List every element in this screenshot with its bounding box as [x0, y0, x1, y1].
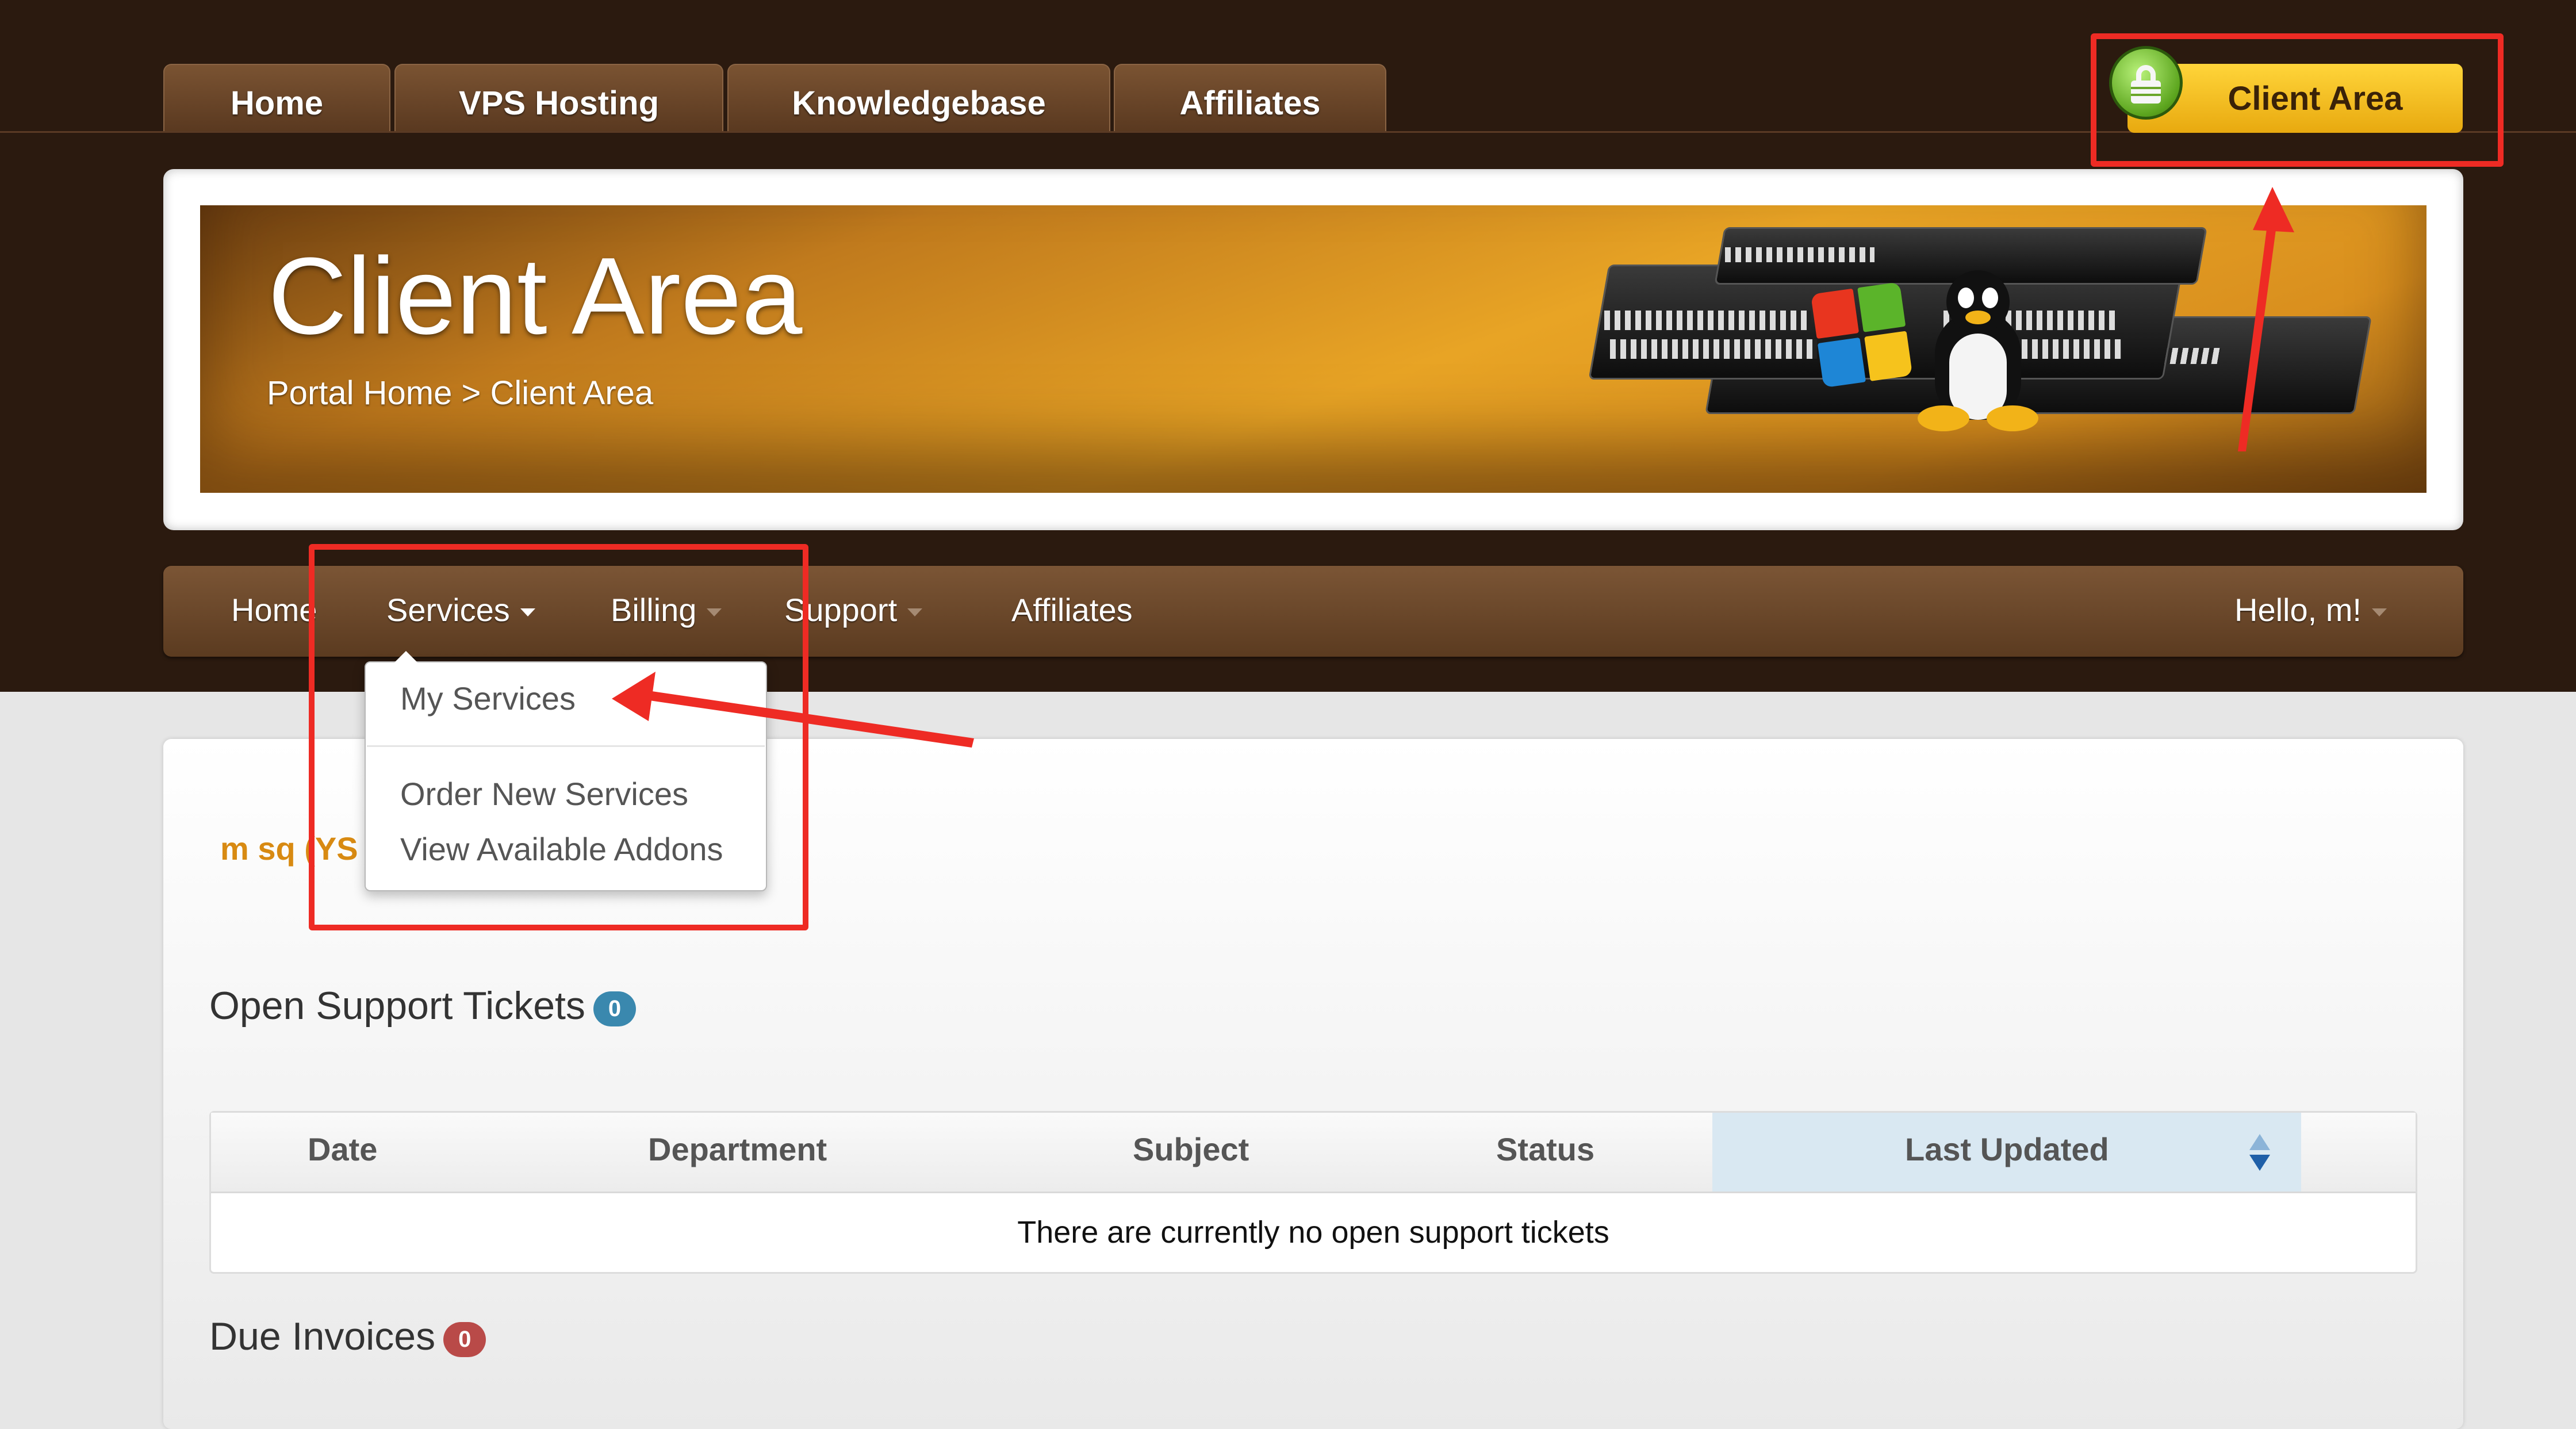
- breadcrumb: Portal Home > Client Area: [267, 374, 654, 412]
- due-invoices-heading: Due Invoices 0: [209, 1314, 486, 1359]
- empty-tickets-message: There are currently no open support tick…: [1017, 1215, 1609, 1250]
- column-header-subject[interactable]: Subject: [1133, 1131, 1249, 1168]
- windows-logo: [1810, 282, 1915, 392]
- annotation-box-services-menu: [309, 544, 808, 930]
- caret-down-icon: [2371, 608, 2387, 617]
- top-tab-home[interactable]: Home: [163, 64, 390, 131]
- top-tab-knowledgebase[interactable]: Knowledgebase: [727, 64, 1110, 131]
- nav-affiliates[interactable]: Affiliates: [1011, 591, 1133, 629]
- column-header-date[interactable]: Date: [308, 1131, 377, 1168]
- support-tickets-count-badge: 0: [593, 991, 637, 1026]
- column-header-status[interactable]: Status: [1496, 1131, 1594, 1168]
- column-header-last-updated[interactable]: Last Updated: [1905, 1131, 2109, 1168]
- top-tab-affiliates[interactable]: Affiliates: [1114, 64, 1386, 131]
- tux-penguin: [1909, 270, 2047, 437]
- nav-home[interactable]: Home: [231, 591, 317, 629]
- due-invoices-title: Due Invoices: [209, 1315, 436, 1358]
- sort-icon[interactable]: [2248, 1133, 2271, 1172]
- due-invoices-count-badge: 0: [443, 1321, 486, 1357]
- top-tab-vps-hosting[interactable]: VPS Hosting: [394, 64, 723, 131]
- column-header-department[interactable]: Department: [648, 1131, 827, 1168]
- page-title: Client Area: [268, 235, 803, 357]
- nav-user-menu[interactable]: Hello, m!: [2234, 591, 2387, 629]
- user-greeting: Hello, m!: [2234, 592, 2362, 628]
- support-tickets-heading: Open Support Tickets 0: [209, 983, 637, 1028]
- support-tickets-title: Open Support Tickets: [209, 984, 585, 1028]
- caret-down-icon: [907, 608, 923, 617]
- annotation-box-client-area: [2091, 33, 2504, 167]
